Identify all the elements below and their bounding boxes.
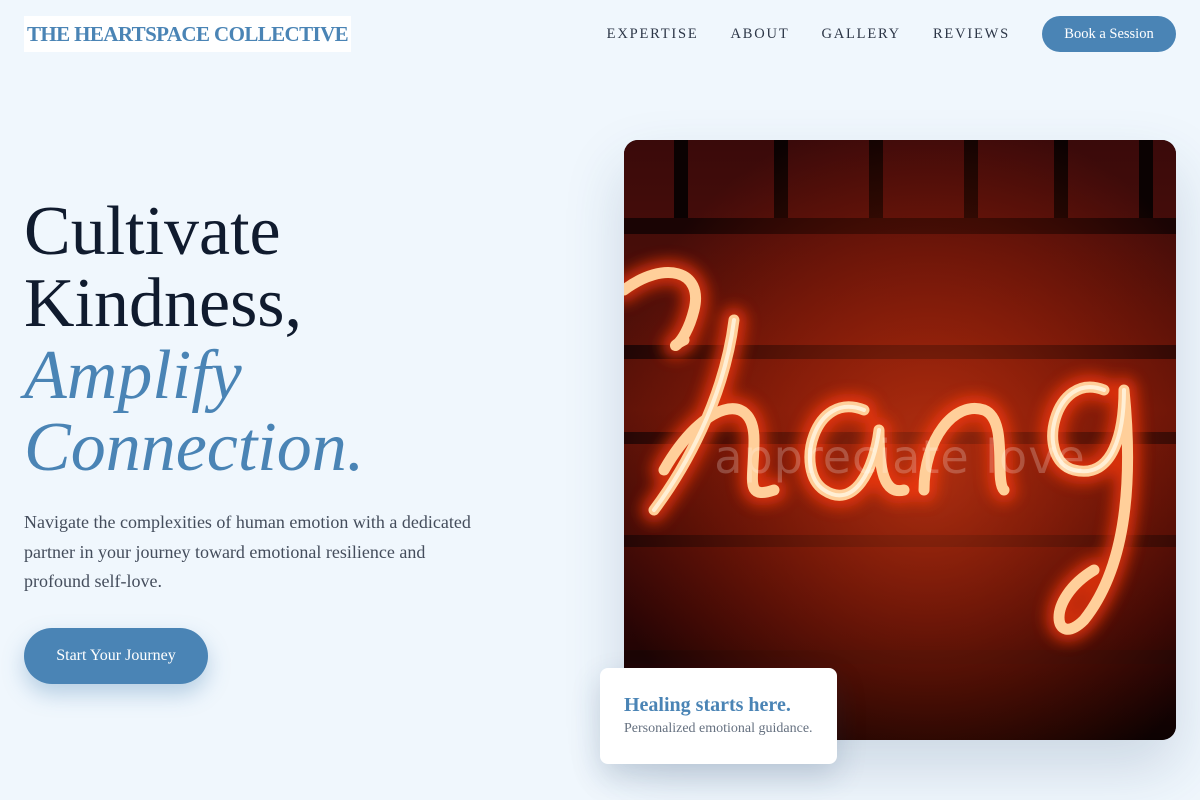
card-title: Healing starts here.	[624, 694, 791, 716]
neon-sign-graphic	[624, 140, 1176, 740]
nav-link-reviews[interactable]: REVIEWS	[933, 26, 1010, 43]
headline-line-2: Kindness,	[24, 265, 303, 342]
card-subtitle: Personalized emotional guidance.	[624, 721, 813, 736]
hero-subtext: Navigate the complexities of human emoti…	[24, 512, 471, 591]
neon-sign-image: appreciate love	[624, 140, 1176, 740]
brand-logo[interactable]: THE HEARTSPACE COLLECTIVE	[24, 16, 351, 52]
nav-link-expertise[interactable]: EXPERTISE	[607, 26, 699, 43]
healing-card: Healing starts here. Personalized emotio…	[600, 668, 837, 764]
main-nav: EXPERTISE ABOUT GALLERY REVIEWS Book a S…	[607, 16, 1176, 52]
hero-headline: Cultivate Kindness, Amplify Connection.	[24, 196, 364, 484]
headline-accent-line-2: Connection.	[24, 409, 365, 486]
book-session-button[interactable]: Book a Session	[1042, 16, 1176, 52]
headline-line-1: Cultivate	[24, 193, 281, 270]
headline-accent-line-1: Amplify	[24, 337, 242, 414]
nav-link-about[interactable]: ABOUT	[731, 26, 790, 43]
start-journey-button[interactable]: Start Your Journey	[24, 628, 208, 684]
nav-link-gallery[interactable]: GALLERY	[821, 26, 900, 43]
